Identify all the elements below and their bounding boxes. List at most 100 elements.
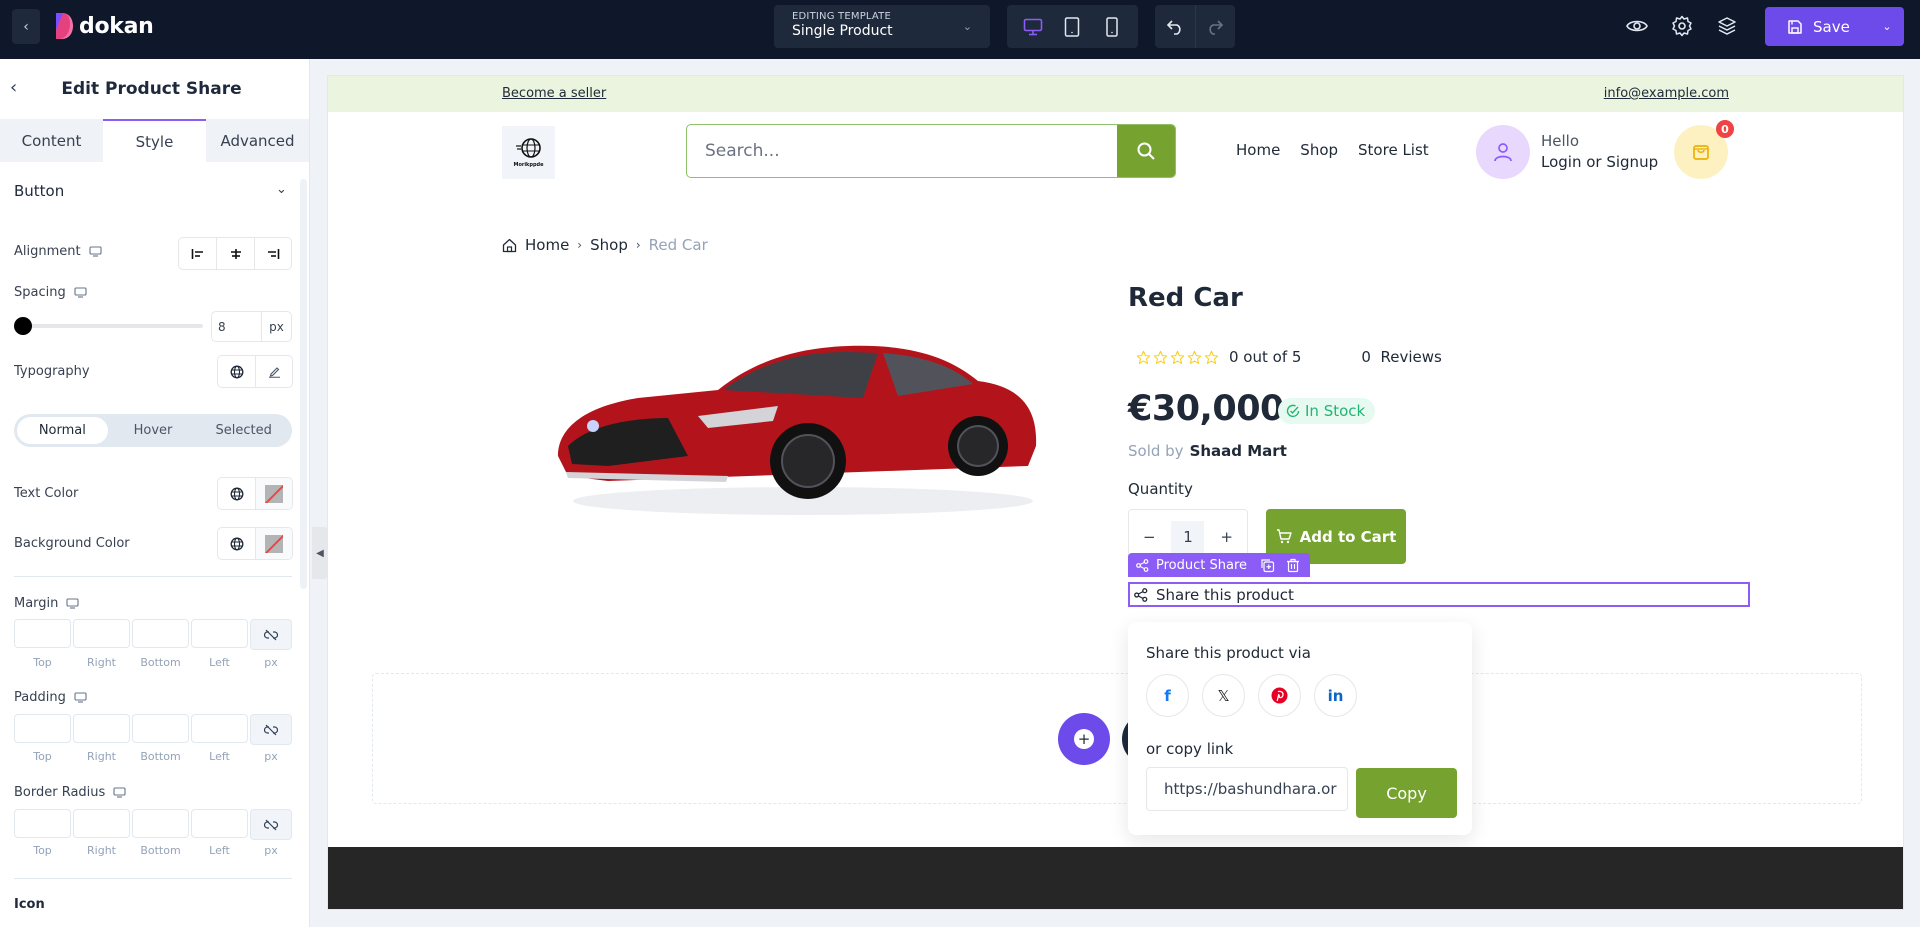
nav-home[interactable]: Home: [1236, 141, 1280, 159]
padding-top-input[interactable]: [14, 714, 71, 743]
decrement-button[interactable]: −: [1143, 528, 1156, 546]
radius-top-input[interactable]: [14, 809, 71, 838]
chevron-left-icon: ‹: [23, 18, 29, 35]
radius-left-input[interactable]: [191, 809, 248, 838]
facebook-share-button[interactable]: f: [1146, 674, 1189, 717]
site-top-strip: Become a seller info@example.com: [328, 76, 1903, 112]
responsive-desktop-icon: [74, 692, 87, 703]
margin-top-input[interactable]: [14, 619, 71, 648]
linkedin-share-button[interactable]: in: [1314, 674, 1357, 717]
tab-content[interactable]: Content: [0, 119, 103, 162]
product-image[interactable]: [548, 306, 1048, 526]
chevron-down-icon[interactable]: ⌄: [276, 182, 287, 197]
padding-left-input[interactable]: [191, 714, 248, 743]
settings-button[interactable]: [1670, 14, 1694, 38]
margin-link-toggle[interactable]: [250, 619, 292, 650]
user-icon: [1494, 143, 1512, 162]
tab-style[interactable]: Style: [103, 119, 206, 162]
product-rating: 0 out of 5 0 Reviews: [1136, 348, 1442, 366]
radius-right-input[interactable]: [73, 809, 130, 838]
padding-bottom-input[interactable]: [132, 714, 189, 743]
section-icon-header[interactable]: Icon: [14, 897, 45, 912]
global-typography-button[interactable]: [218, 356, 255, 387]
panel-back-button[interactable]: ‹: [10, 77, 30, 98]
share-link-input[interactable]: https://bashundhara.or: [1146, 767, 1348, 811]
margin-left-input[interactable]: [191, 619, 248, 648]
right-label: Right: [87, 656, 116, 669]
delete-button[interactable]: [1286, 558, 1300, 573]
padding-right-input[interactable]: [73, 714, 130, 743]
tab-advanced[interactable]: Advanced: [206, 119, 309, 162]
mobile-view-button[interactable]: [1098, 13, 1126, 41]
layers-button[interactable]: [1715, 14, 1739, 38]
spacing-value[interactable]: 8: [212, 312, 261, 341]
redo-button[interactable]: [1196, 5, 1236, 48]
search-input[interactable]: Search...: [687, 125, 1117, 177]
add-section-button[interactable]: +: [1058, 713, 1110, 765]
padding-link-toggle[interactable]: [250, 714, 292, 745]
state-selected[interactable]: Selected: [198, 417, 289, 444]
search-button[interactable]: [1117, 125, 1175, 177]
background-color-picker[interactable]: [255, 528, 292, 559]
email-link[interactable]: info@example.com: [1604, 86, 1729, 101]
check-circle-icon: [1286, 404, 1300, 418]
breadcrumb-home[interactable]: Home: [525, 236, 569, 254]
radius-link-toggle[interactable]: [250, 809, 292, 840]
template-selector[interactable]: EDITING TEMPLATE Single Product ⌄: [774, 5, 990, 48]
align-center-button[interactable]: [216, 238, 254, 269]
x-share-button[interactable]: 𝕏: [1202, 674, 1245, 717]
nav-shop[interactable]: Shop: [1300, 141, 1338, 159]
collapse-panel-button[interactable]: ◀: [312, 527, 328, 579]
panel-scrollbar[interactable]: [300, 179, 307, 589]
pinterest-share-button[interactable]: [1258, 674, 1301, 717]
empty-section-dropzone[interactable]: [372, 673, 1862, 804]
left-label: Left: [209, 750, 230, 763]
spacing-slider-handle[interactable]: [14, 317, 32, 335]
increment-button[interactable]: +: [1220, 528, 1233, 546]
spacing-slider-track[interactable]: [22, 324, 203, 328]
account-link[interactable]: Hello Login or Signup: [1476, 125, 1658, 179]
vendor-link[interactable]: Shaad Mart: [1190, 442, 1287, 460]
margin-bottom-input[interactable]: [132, 619, 189, 648]
typography-text: Typography: [14, 364, 90, 379]
tablet-view-button[interactable]: [1058, 13, 1086, 41]
breadcrumb-shop[interactable]: Shop: [590, 236, 628, 254]
align-right-button[interactable]: [254, 238, 291, 269]
product-share-widget[interactable]: Share this product: [1128, 582, 1750, 607]
margin-right-input[interactable]: [73, 619, 130, 648]
quantity-input[interactable]: 1: [1171, 520, 1205, 554]
global-background-color-button[interactable]: [218, 528, 255, 559]
spacing-input[interactable]: 8 px: [211, 311, 292, 342]
caret-left-icon: ◀: [316, 547, 324, 559]
global-text-color-button[interactable]: [218, 478, 255, 509]
edit-typography-button[interactable]: [255, 356, 292, 387]
state-hover[interactable]: Hover: [108, 417, 199, 444]
become-seller-link[interactable]: Become a seller: [502, 86, 606, 101]
save-options-button[interactable]: ⌄: [1870, 20, 1904, 33]
layers-icon: [1718, 17, 1736, 35]
align-center-icon: [230, 248, 241, 259]
save-button[interactable]: Save: [1765, 18, 1870, 36]
nav-store-list[interactable]: Store List: [1358, 141, 1429, 159]
radius-bottom-input[interactable]: [132, 809, 189, 838]
text-color-picker[interactable]: [255, 478, 292, 509]
unlink-icon: [264, 724, 278, 735]
duplicate-button[interactable]: [1260, 558, 1275, 573]
state-normal[interactable]: Normal: [17, 417, 108, 444]
desktop-view-button[interactable]: [1019, 13, 1047, 41]
site-logo[interactable]: Morikppde: [502, 126, 555, 179]
spacing-unit[interactable]: px: [261, 312, 291, 341]
globe-icon: [230, 487, 243, 500]
reviews-link[interactable]: 0 Reviews: [1361, 348, 1441, 366]
eye-icon: [1626, 20, 1648, 32]
section-button-header[interactable]: Button: [14, 182, 64, 200]
undo-icon: [1166, 19, 1181, 35]
preview-button[interactable]: [1625, 14, 1649, 38]
back-button[interactable]: ‹: [12, 9, 40, 44]
chevron-right-icon: ›: [635, 238, 641, 252]
panel-title: Edit Product Share: [61, 79, 242, 99]
copy-link-button[interactable]: Copy: [1356, 768, 1457, 818]
undo-button[interactable]: [1155, 5, 1195, 48]
element-label[interactable]: Product Share: [1156, 558, 1247, 573]
align-left-button[interactable]: [179, 238, 216, 269]
